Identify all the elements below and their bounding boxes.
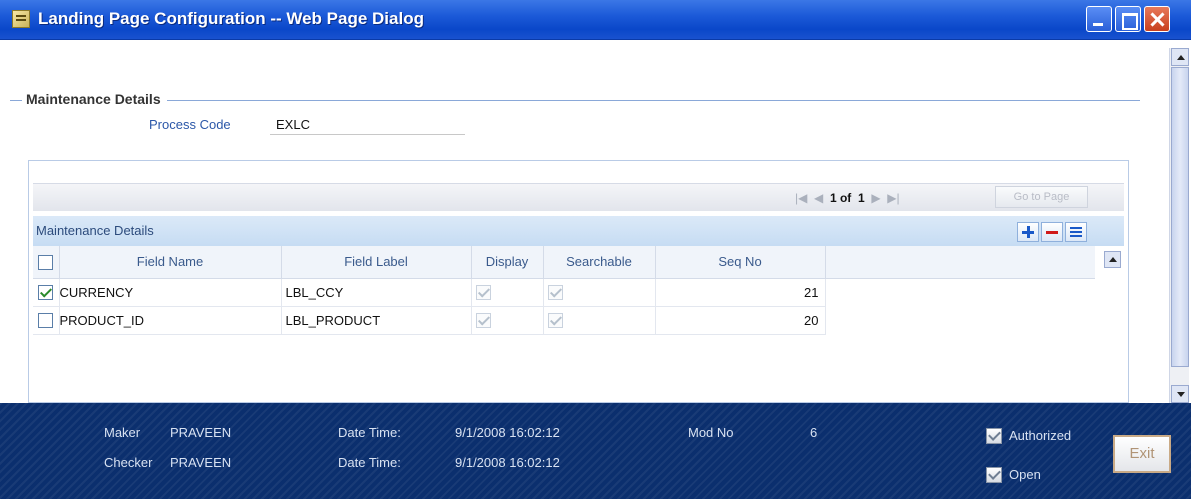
display-checkbox xyxy=(475,285,491,301)
col-display[interactable]: Display xyxy=(471,246,544,279)
seq-no-cell[interactable]: 20 xyxy=(655,306,826,335)
date-time-label-checker: Date Time: xyxy=(338,455,401,470)
pager: |◀ ◀ 1 of 1 ▶ ▶| xyxy=(795,191,900,205)
row-select-cell xyxy=(33,278,60,307)
filler-cell xyxy=(825,278,1095,306)
open-label: Open xyxy=(1009,467,1041,482)
add-row-icon[interactable] xyxy=(1017,222,1039,242)
scroll-down-icon[interactable] xyxy=(1171,385,1189,403)
display-cell xyxy=(471,278,544,307)
display-cell xyxy=(471,306,544,335)
close-button[interactable] xyxy=(1144,6,1170,32)
maker-value: PRAVEEN xyxy=(170,425,232,440)
table-row[interactable]: PRODUCT_ID LBL_PRODUCT 20 xyxy=(33,306,1095,335)
searchable-cell xyxy=(543,278,656,307)
grid-header-bar: Maintenance Details xyxy=(33,216,1124,246)
last-page-icon[interactable]: ▶| xyxy=(887,191,899,205)
prev-page-icon[interactable]: ◀ xyxy=(814,191,823,205)
window-title: Landing Page Configuration -- Web Page D… xyxy=(38,9,424,28)
total-pages: 1 xyxy=(857,191,865,205)
section-title: Maintenance Details xyxy=(22,91,167,107)
grid-header-row: Field Name Field Label Display Searchabl… xyxy=(33,246,1095,279)
single-view-icon[interactable] xyxy=(1065,222,1087,242)
row-select-checkbox[interactable] xyxy=(38,285,53,301)
searchable-checkbox xyxy=(547,313,563,329)
next-page-icon[interactable]: ▶ xyxy=(871,191,880,205)
display-checkbox xyxy=(475,313,491,329)
col-seq-no[interactable]: Seq No xyxy=(655,246,826,279)
exit-button[interactable]: Exit xyxy=(1113,435,1171,473)
first-page-icon[interactable]: |◀ xyxy=(795,191,807,205)
filler-cell xyxy=(825,306,1095,334)
searchable-checkbox xyxy=(547,285,563,301)
process-code-field[interactable]: EXLC xyxy=(276,117,310,132)
row-select-cell xyxy=(33,306,60,335)
vertical-scrollbar[interactable] xyxy=(1169,48,1189,403)
audit-footer: Maker PRAVEEN Checker PRAVEEN Date Time:… xyxy=(0,403,1191,499)
seq-no-cell[interactable]: 21 xyxy=(655,278,826,307)
col-searchable[interactable]: Searchable xyxy=(543,246,656,279)
mod-no-value: 6 xyxy=(810,425,818,440)
field-name-cell[interactable]: CURRENCY xyxy=(59,278,282,307)
date-time-value-checker: 9/1/2008 16:02:12 xyxy=(455,455,560,470)
process-code-label: Process Code xyxy=(149,117,231,132)
title-bar[interactable]: Landing Page Configuration -- Web Page D… xyxy=(0,0,1191,40)
authorized-label: Authorized xyxy=(1009,428,1072,443)
col-field-name[interactable]: Field Name xyxy=(59,246,282,279)
minimize-button[interactable] xyxy=(1086,6,1112,32)
mod-no-label: Mod No xyxy=(688,425,734,440)
maintenance-grid: Field Name Field Label Display Searchabl… xyxy=(33,246,1095,335)
grid-scroll-up-icon[interactable] xyxy=(1104,251,1121,268)
date-time-value-maker: 9/1/2008 16:02:12 xyxy=(455,425,560,440)
checker-value: PRAVEEN xyxy=(170,455,232,470)
row-select-checkbox[interactable] xyxy=(38,313,53,329)
grid-panel: |◀ ◀ 1 of 1 ▶ ▶| Go to Page Maintenance … xyxy=(28,160,1129,403)
delete-row-icon[interactable] xyxy=(1041,222,1063,242)
of-label: of xyxy=(839,191,852,205)
open-checkbox xyxy=(986,467,1002,483)
go-to-page-button[interactable]: Go to Page xyxy=(995,186,1088,208)
field-label-cell[interactable]: LBL_PRODUCT xyxy=(281,306,472,335)
grid-caption: Maintenance Details xyxy=(36,223,154,238)
scroll-up-icon[interactable] xyxy=(1171,48,1189,66)
dialog-icon xyxy=(12,10,30,28)
authorized-checkbox xyxy=(986,428,1002,444)
maker-label: Maker xyxy=(104,425,141,440)
col-filler xyxy=(825,246,1095,279)
section-divider xyxy=(10,100,1140,101)
process-code-underline xyxy=(270,134,465,135)
scroll-thumb[interactable] xyxy=(1171,67,1189,367)
select-all-checkbox[interactable] xyxy=(38,254,54,270)
field-label-cell[interactable]: LBL_CCY xyxy=(281,278,472,307)
field-name-cell[interactable]: PRODUCT_ID xyxy=(59,306,282,335)
searchable-cell xyxy=(543,306,656,335)
date-time-label-maker: Date Time: xyxy=(338,425,401,440)
current-page: 1 xyxy=(829,191,837,205)
table-row[interactable]: CURRENCY LBL_CCY 21 xyxy=(33,278,1095,307)
pager-bar: |◀ ◀ 1 of 1 ▶ ▶| Go to Page xyxy=(33,183,1124,211)
maximize-button[interactable] xyxy=(1115,6,1141,32)
col-field-label[interactable]: Field Label xyxy=(281,246,472,279)
checker-label: Checker xyxy=(104,455,153,470)
select-all-cell xyxy=(33,246,60,279)
